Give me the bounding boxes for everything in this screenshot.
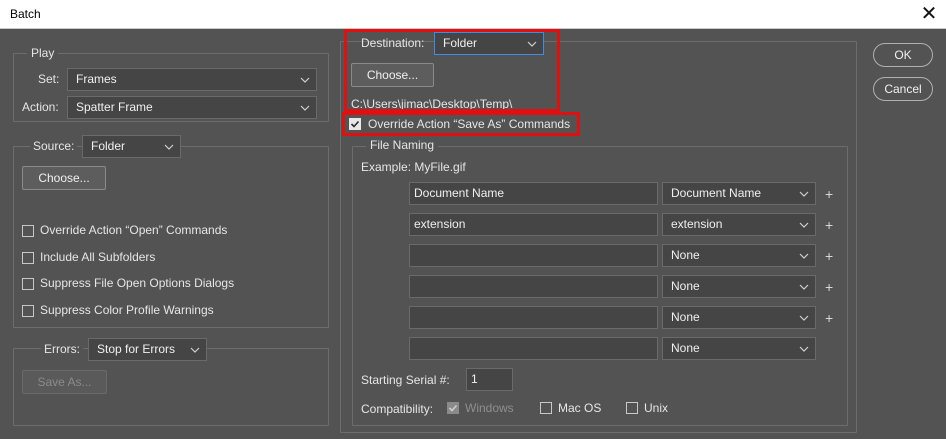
naming-select-value-3: None [671,248,700,262]
override-open-checkbox[interactable] [22,225,34,237]
override-highlight [342,112,580,136]
compat-windows-checkbox [447,402,459,414]
chevron-down-icon [799,346,809,352]
naming-input-6[interactable] [409,337,658,360]
source-value: Folder [91,139,126,153]
naming-select-value-4: None [671,279,700,293]
include-subfolders-label[interactable]: Include All Subfolders [40,250,155,264]
play-legend: Play [27,46,59,60]
naming-input-3[interactable] [409,244,658,267]
add-row-icon[interactable]: + [825,218,833,232]
set-label: Set: [38,72,60,86]
set-select[interactable]: Frames [67,68,317,91]
include-subfolders-checkbox[interactable] [22,252,34,264]
naming-input-4[interactable] [409,275,658,298]
errors-select[interactable]: Stop for Errors [88,338,207,361]
naming-select-2[interactable]: extension [662,213,816,236]
suppress-profile-warnings-label[interactable]: Suppress Color Profile Warnings [40,303,214,317]
check-icon [448,404,458,412]
chevron-down-icon [300,105,310,111]
override-open-label[interactable]: Override Action “Open” Commands [40,223,227,237]
naming-select-1[interactable]: Document Name [662,182,816,205]
source-choose-button[interactable]: Choose... [22,166,106,190]
add-row-icon[interactable]: + [825,187,833,201]
action-label: Action: [22,100,59,114]
add-row-icon[interactable]: + [825,249,833,263]
chevron-down-icon [799,253,809,259]
chevron-down-icon [799,191,809,197]
window-title: Batch [10,7,41,21]
title-bar: Batch ✕ [0,0,946,29]
naming-select-value-5: None [671,310,700,324]
chevron-down-icon [799,222,809,228]
errors-label: Errors: [41,342,83,356]
close-icon[interactable]: ✕ [916,2,942,26]
chevron-down-icon [164,144,174,150]
naming-select-3[interactable]: None [662,244,816,267]
action-value: Spatter Frame [76,100,153,114]
naming-select-6[interactable]: None [662,337,816,360]
chevron-down-icon [190,347,200,353]
naming-select-5[interactable]: None [662,306,816,329]
compat-unix-checkbox[interactable] [626,402,638,414]
file-naming-legend: File Naming [366,138,439,152]
naming-select-value-2: extension [671,217,723,231]
chevron-down-icon [799,315,809,321]
naming-select-value-1: Document Name [671,186,762,200]
naming-input-5[interactable] [409,306,658,329]
set-value: Frames [76,72,117,86]
source-select[interactable]: Folder [82,135,181,158]
cancel-button[interactable]: Cancel [873,77,933,101]
compat-unix-label[interactable]: Unix [644,401,668,415]
compat-windows-label: Windows [465,401,514,415]
naming-select-4[interactable]: None [662,275,816,298]
suppress-profile-warnings-checkbox[interactable] [22,305,34,317]
save-as-button[interactable]: Save As... [22,370,107,394]
add-row-icon[interactable]: + [825,280,833,294]
serial-input[interactable]: 1 [466,368,513,391]
compat-macos-label[interactable]: Mac OS [558,401,601,415]
compat-macos-checkbox[interactable] [540,402,552,414]
destination-highlight [344,29,560,112]
errors-value: Stop for Errors [97,342,176,356]
compatibility-label: Compatibility: [361,402,434,416]
chevron-down-icon [300,77,310,83]
naming-input-2[interactable]: extension [409,213,658,236]
naming-input-1[interactable]: Document Name [409,182,658,205]
suppress-open-dialogs-label[interactable]: Suppress File Open Options Dialogs [40,276,234,290]
add-row-icon[interactable]: + [825,311,833,325]
ok-button[interactable]: OK [873,43,933,67]
action-select[interactable]: Spatter Frame [67,96,317,119]
source-label: Source: [30,139,78,153]
suppress-open-dialogs-checkbox[interactable] [22,278,34,290]
naming-select-value-6: None [671,341,700,355]
file-naming-example: Example: MyFile.gif [361,160,466,174]
serial-label: Starting Serial #: [361,373,450,387]
chevron-down-icon [799,284,809,290]
